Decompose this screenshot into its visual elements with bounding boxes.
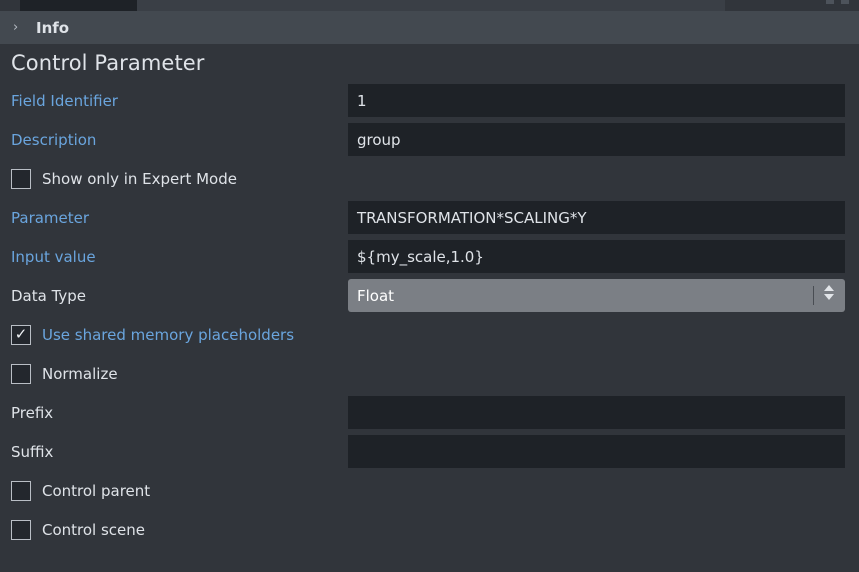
label-parameter: Parameter <box>0 209 348 227</box>
tab-right[interactable] <box>410 0 725 11</box>
row-control-scene[interactable]: ✓ Control scene <box>0 510 859 549</box>
input-parameter[interactable]: TRANSFORMATION*SCALING*Y <box>348 201 845 234</box>
row-control-parent[interactable]: ✓ Control parent <box>0 471 859 510</box>
row-data-type: Data Type Float <box>0 276 859 315</box>
label-data-type: Data Type <box>0 287 348 305</box>
select-data-type-value: Float <box>348 287 394 305</box>
row-suffix: Suffix <box>0 432 859 471</box>
row-field-identifier: Field Identifier 1 <box>0 81 859 120</box>
tab-middle[interactable] <box>137 0 410 11</box>
tab-overflow-icon[interactable] <box>826 0 834 4</box>
input-input-value[interactable]: ${my_scale,1.0} <box>348 240 845 273</box>
row-normalize[interactable]: ✓ Normalize <box>0 354 859 393</box>
row-description: Description group <box>0 120 859 159</box>
checkbox-use-shared-memory-placeholders[interactable]: ✓ <box>11 325 31 345</box>
label-suffix: Suffix <box>0 443 348 461</box>
input-description[interactable]: group <box>348 123 845 156</box>
select-divider <box>813 286 814 305</box>
select-data-type[interactable]: Float <box>348 279 845 312</box>
checkbox-control-parent[interactable]: ✓ <box>11 481 31 501</box>
label-show-only-expert-mode: Show only in Expert Mode <box>42 170 237 188</box>
row-parameter: Parameter TRANSFORMATION*SCALING*Y <box>0 198 859 237</box>
input-suffix[interactable] <box>348 435 845 468</box>
checkbox-show-only-expert-mode[interactable]: ✓ <box>11 169 31 189</box>
info-section-header[interactable]: › Info <box>0 11 859 44</box>
row-show-only-expert-mode[interactable]: ✓ Show only in Expert Mode <box>0 159 859 198</box>
label-control-scene: Control scene <box>42 521 145 539</box>
label-prefix: Prefix <box>0 404 348 422</box>
chevron-up-icon <box>824 285 834 291</box>
input-prefix[interactable] <box>348 396 845 429</box>
input-field-identifier[interactable]: 1 <box>348 84 845 117</box>
tab-strip[interactable] <box>0 0 859 11</box>
chevron-right-icon[interactable]: › <box>13 21 29 34</box>
checkmark-icon: ✓ <box>15 327 28 342</box>
label-description: Description <box>0 131 348 149</box>
label-normalize: Normalize <box>42 365 118 383</box>
label-use-shared-memory-placeholders: Use shared memory placeholders <box>42 326 294 344</box>
tab-active[interactable] <box>20 0 137 11</box>
label-field-identifier: Field Identifier <box>0 92 348 110</box>
row-input-value: Input value ${my_scale,1.0} <box>0 237 859 276</box>
label-control-parent: Control parent <box>42 482 150 500</box>
tab-close-icon[interactable] <box>841 0 849 4</box>
label-input-value: Input value <box>0 248 348 266</box>
chevron-updown-icon[interactable] <box>824 285 834 300</box>
checkbox-control-scene[interactable]: ✓ <box>11 520 31 540</box>
tab-strip-empty-area <box>725 0 859 11</box>
row-prefix: Prefix <box>0 393 859 432</box>
chevron-down-icon <box>824 294 834 300</box>
info-section-label: Info <box>36 19 69 37</box>
row-use-shared-memory-placeholders[interactable]: ✓ Use shared memory placeholders <box>0 315 859 354</box>
control-parameter-panel: Control Parameter Field Identifier 1 Des… <box>0 44 859 572</box>
checkbox-normalize[interactable]: ✓ <box>11 364 31 384</box>
page-title: Control Parameter <box>0 44 859 81</box>
